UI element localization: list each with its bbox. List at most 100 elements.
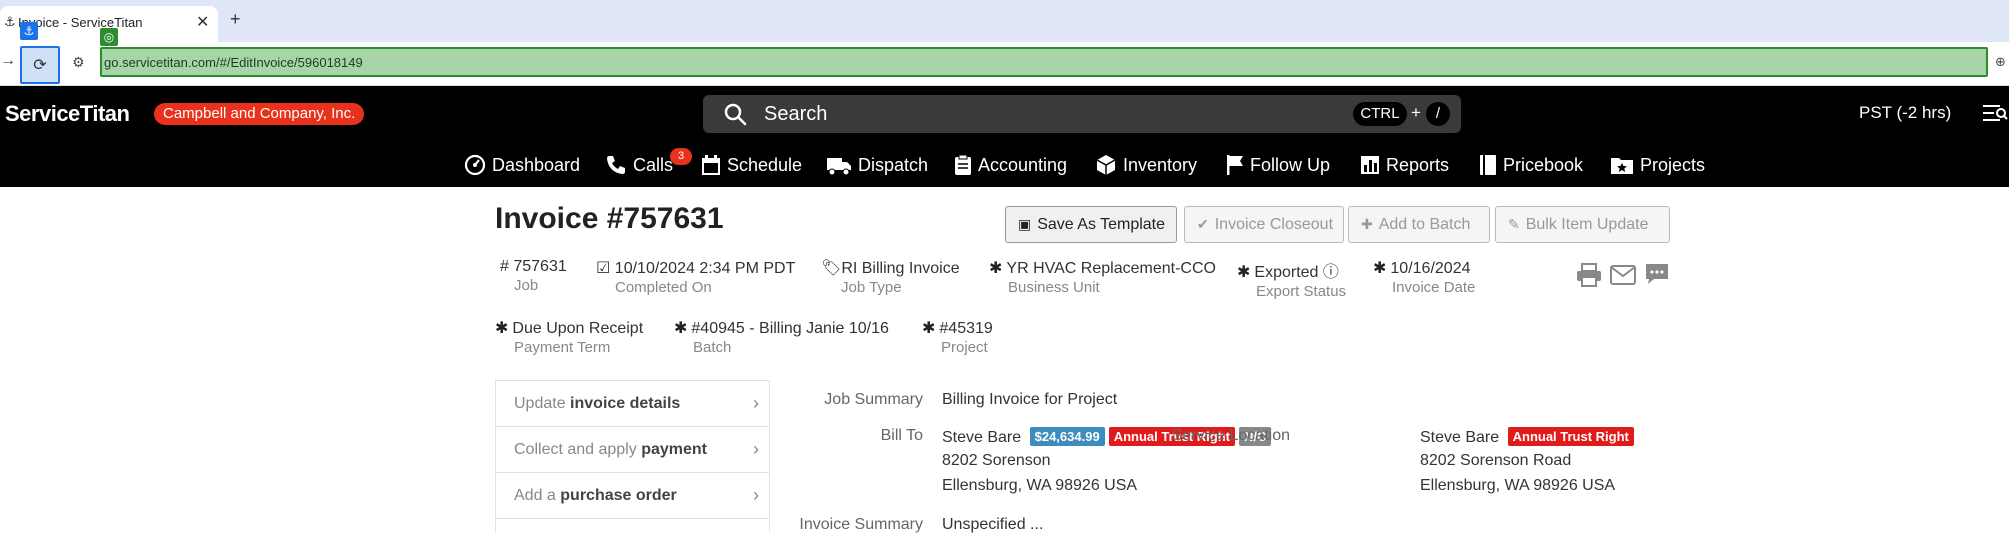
job-type-value: RI Billing Invoice [841, 260, 960, 277]
service-location-customer: Steve Bare Annual Trust Right [1420, 427, 1634, 447]
export-status-value: Exported [1254, 264, 1319, 281]
clipboard-icon [955, 154, 971, 175]
chevron-right-icon: › [753, 439, 759, 459]
nav-label: Dashboard [492, 154, 581, 175]
nav-accounting[interactable]: Accounting [954, 152, 1067, 178]
panel-bold: invoice details [570, 395, 681, 412]
nav-label: Projects [1640, 154, 1706, 175]
save-as-template-button[interactable]: ▣ Save As Template [1005, 206, 1177, 243]
meta-invoice-date[interactable]: ✱ 10/16/2024 Invoice Date [1373, 258, 1475, 296]
site-settings-icon[interactable]: ⚙ [72, 54, 85, 71]
search-placeholder: Search [764, 103, 828, 125]
service-location-street: 8202 Sorenson Road [1420, 452, 1572, 469]
meta-label: Job [514, 277, 539, 294]
add-to-batch-button[interactable]: ✚ Add to Batch [1348, 206, 1490, 243]
phone-icon [607, 156, 625, 174]
cube-icon [1096, 155, 1116, 175]
invoice-closeout-button[interactable]: ✔ Invoice Closeout [1184, 206, 1344, 243]
job-number[interactable]: 757631 [513, 258, 566, 275]
close-icon[interactable]: ✕ [196, 12, 209, 32]
hash-icon: # [500, 258, 514, 275]
company-badge[interactable]: Campbell and Company, Inc. [154, 103, 365, 125]
meta-batch[interactable]: ✱ #40945 - Billing Janie 10/16 Batch [674, 318, 889, 356]
panel-bold: purchase order [560, 487, 677, 504]
meta-business-unit[interactable]: ✱ YR HVAC Replacement-CCO Business Unit [989, 258, 1216, 296]
nav-pricebook[interactable]: Pricebook [1479, 152, 1583, 178]
book-icon [1480, 155, 1496, 175]
new-tab-button[interactable]: + [230, 9, 241, 30]
global-search[interactable]: Search CTRL + / [703, 95, 1461, 133]
tag-icon: 🏷︎ [821, 260, 842, 277]
bill-to-street: 8202 Sorenson [942, 452, 1051, 469]
nav-inventory[interactable]: Inventory [1095, 152, 1197, 178]
nav-reports[interactable]: Reports [1360, 152, 1449, 178]
nav-schedule[interactable]: Schedule [701, 152, 802, 178]
job-summary-label: Job Summary [824, 391, 923, 408]
truck-icon [827, 158, 851, 176]
meta-label: Job Type [841, 279, 902, 296]
nav-label: Pricebook [1503, 154, 1584, 175]
service-location-city: Ellensburg, WA 98926 USA [1420, 477, 1616, 494]
pencil-icon: ✎ [1508, 216, 1520, 232]
asterisk-icon: ✱ [922, 320, 936, 337]
invoice-page: Invoice #757631 ▣ Save As Template ✔ Inv… [0, 187, 2009, 534]
back-arrow-icon[interactable]: → [0, 52, 16, 70]
printer-icon[interactable] [1575, 262, 1603, 288]
collect-payment-link[interactable]: Collect and apply payment › [496, 427, 769, 473]
meta-project[interactable]: ✱ #45319 Project [922, 318, 993, 356]
nav-calls[interactable]: Calls [605, 152, 673, 178]
timezone-indicator[interactable]: PST (-2 hrs) [1859, 103, 1951, 123]
nav-label: Calls [633, 154, 674, 175]
reload-button[interactable]: ⟳ [20, 46, 60, 84]
comment-icon[interactable] [1643, 262, 1671, 288]
add-purchase-order-link[interactable]: Add a purchase order › [496, 473, 769, 519]
asterisk-icon: ✱ [989, 260, 1003, 277]
invoice-summary-value[interactable]: Unspecified ... [942, 516, 1043, 534]
service-location-name[interactable]: Steve Bare [1420, 429, 1499, 446]
envelope-icon[interactable] [1609, 262, 1637, 288]
meta-export-status[interactable]: ✱ Exported ⓘ Export Status [1237, 258, 1346, 300]
bulk-item-update-button[interactable]: ✎ Bulk Item Update [1495, 206, 1670, 243]
meta-payment-term[interactable]: ✱ Due Upon Receipt Payment Term [495, 318, 643, 356]
asterisk-icon: ✱ [495, 320, 509, 337]
anchor-icon: ⚓ [20, 22, 38, 40]
browser-toolbar: → ⟳ ⚓ ⚙ go.servicetitan.com/#/EditInvoic… [0, 22, 2009, 86]
meta-label: Project [941, 339, 988, 356]
floppy-disk-icon: ▣ [1018, 216, 1032, 232]
menu-icon[interactable] [1982, 102, 2008, 124]
meta-label: Payment Term [514, 339, 611, 356]
main-nav: Dashboard Calls 3 Schedule Dispatch Acco… [0, 142, 2009, 187]
nav-dashboard[interactable]: Dashboard [464, 152, 580, 178]
nav-label: Reports [1386, 154, 1450, 175]
nav-label: Inventory [1123, 154, 1198, 175]
bill-to-name[interactable]: Steve Bare [942, 429, 1021, 446]
nav-projects[interactable]: Projects [1610, 152, 1705, 178]
job-summary-value: Billing Invoice for Project [942, 391, 1118, 408]
zoom-icon[interactable]: ⊕ [1995, 54, 2006, 70]
meta-job-type: 🏷︎RI Billing Invoice Job Type [821, 258, 960, 296]
shortcut-key-slash: / [1426, 102, 1450, 126]
button-label: Invoice Closeout [1214, 215, 1334, 233]
shortcut-key-ctrl: CTRL [1353, 102, 1407, 126]
bill-to-city: Ellensburg, WA 98926 USA [942, 477, 1138, 494]
servicetitan-logo[interactable]: ServiceTitan [5, 101, 130, 127]
balance-badge[interactable]: $24,634.99 [1029, 427, 1105, 446]
browser-tabstrip: ⚓ Invoice - ServiceTitan ✕ + [0, 0, 2009, 42]
nav-label: Schedule [727, 154, 803, 175]
meta-label: Export Status [1256, 283, 1347, 300]
asterisk-icon: ✱ [1237, 264, 1251, 281]
batch-value: #40945 - Billing Janie 10/16 [691, 320, 889, 337]
plus-icon: ✚ [1361, 216, 1373, 232]
panel-prefix: Add a [514, 487, 556, 504]
nav-follow-up[interactable]: Follow Up [1226, 152, 1330, 178]
info-icon[interactable]: ⓘ [1323, 264, 1339, 281]
meta-label: Batch [693, 339, 732, 356]
app-header: ServiceTitan Campbell and Company, Inc. … [0, 86, 2009, 142]
check-square-icon: ☑ [596, 260, 615, 277]
address-bar[interactable]: go.servicetitan.com/#/EditInvoice/596018… [100, 47, 1988, 77]
membership-badge: Annual Trust Right [1507, 427, 1634, 446]
url-text: go.servicetitan.com/#/EditInvoice/596018… [104, 55, 363, 70]
nav-dispatch[interactable]: Dispatch [826, 152, 928, 178]
update-invoice-details-link[interactable]: Update invoice details › [496, 381, 769, 427]
button-label: Bulk Item Update [1525, 215, 1649, 233]
